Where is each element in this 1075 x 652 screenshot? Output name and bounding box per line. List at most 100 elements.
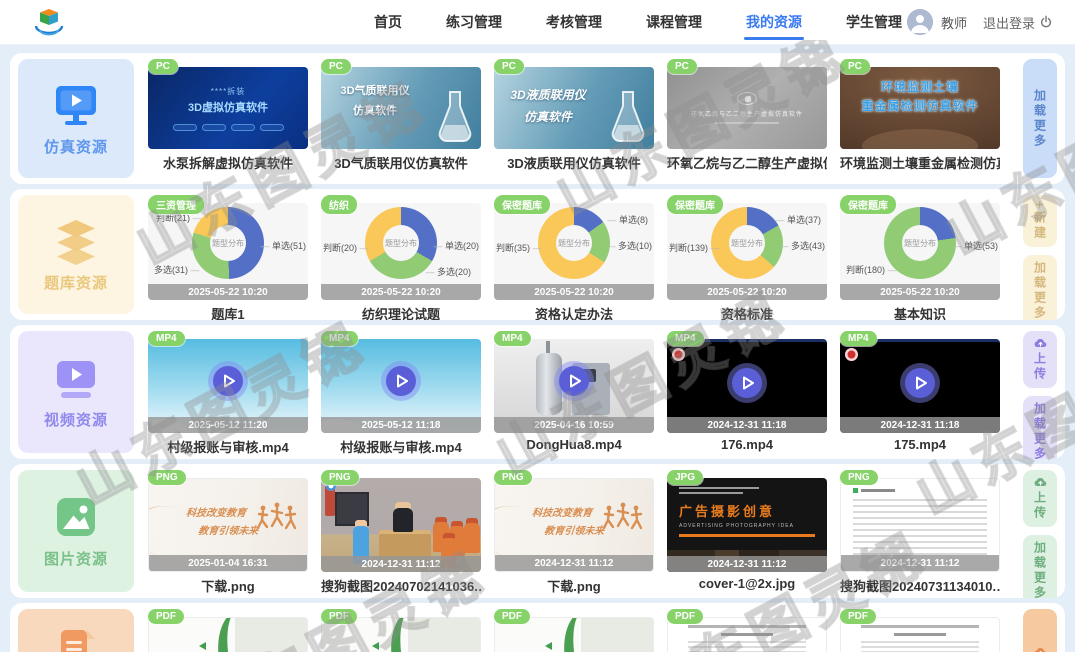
resource-card[interactable]: PC3D气质联用仪仿真软件3D气质联用仪仿真软件 xyxy=(321,59,481,178)
date-badge: 2024-12-31 11:18 xyxy=(667,417,827,433)
upload-button[interactable]: 上传 xyxy=(1023,609,1057,652)
resource-card[interactable]: 保密题库题型分布单选(37)多选(43)判断(139)2025-05-22 10… xyxy=(667,195,827,314)
resource-title: 村级报账与审核.mp4 xyxy=(148,437,308,456)
play-button[interactable] xyxy=(905,368,935,398)
play-button[interactable] xyxy=(386,366,416,396)
section-video: 视频资源MP42025-05-12 11:20村级报账与审核.mp4MP4202… xyxy=(10,325,1065,459)
resource-card[interactable]: PDF xyxy=(667,609,827,652)
logout-button[interactable]: 退出登录 xyxy=(983,13,1053,32)
chart-label: 多选(43) xyxy=(779,239,825,252)
play-button[interactable] xyxy=(732,368,762,398)
upload-button[interactable]: 上传 xyxy=(1023,470,1057,527)
format-badge: MP4 xyxy=(494,331,531,346)
category-card-video[interactable]: 视频资源 xyxy=(18,331,134,453)
resource-title: 资格标准 xyxy=(667,304,827,320)
nav-item[interactable]: 练习管理 xyxy=(444,0,504,44)
resource-title: 下载.png xyxy=(148,576,308,595)
question-type-donut-chart: 题型分布单选(20)多选(20)判断(20)2025-05-22 10:20 xyxy=(321,203,481,300)
user-role-label: 教师 xyxy=(941,13,967,32)
format-badge: MP4 xyxy=(667,331,704,346)
category-card-image[interactable]: 图片资源 xyxy=(18,470,134,592)
avatar[interactable] xyxy=(907,9,933,35)
format-badge: MP4 xyxy=(840,331,877,346)
resource-title: 村级报账与审核.mp4 xyxy=(321,437,481,456)
resource-card[interactable]: JPG广告摄影创意ADVERTISING PHOTOGRAPHY IDEA202… xyxy=(667,470,827,592)
load-more-button[interactable]: 加载更多 xyxy=(1023,535,1057,598)
date-badge: 2024-12-31 11:12 xyxy=(495,555,653,571)
resource-card[interactable]: PDF xyxy=(840,609,1000,652)
chart-center-label: 题型分布 xyxy=(729,225,765,261)
format-badge: PC xyxy=(321,59,351,74)
date-badge: 2024-12-31 11:12 xyxy=(321,556,481,572)
chart-center-label: 题型分布 xyxy=(902,225,938,261)
nav-item[interactable]: 课程管理 xyxy=(644,0,704,44)
chart-label: 判断(20) xyxy=(323,241,369,254)
question-type-donut-chart: 题型分布单选(51)多选(31)判断(21)2025-05-22 10:20 xyxy=(148,203,308,300)
resource-card[interactable]: MP42025-04-16 10:59DongHua8.mp4 xyxy=(494,331,654,453)
resource-title: 175.mp4 xyxy=(840,437,1000,452)
resource-card[interactable]: PC环氧乙烷与乙二醇生产虚拟仿真软件环氧乙烷与乙二醇生产虚拟仿… xyxy=(667,59,827,178)
resource-card[interactable]: PC3D液质联用仪仿真软件3D液质联用仪仿真软件 xyxy=(494,59,654,178)
resource-card[interactable]: 三资管理题型分布单选(51)多选(31)判断(21)2025-05-22 10:… xyxy=(148,195,308,314)
resource-card[interactable]: PDF xyxy=(321,609,481,652)
format-badge: PDF xyxy=(321,609,357,624)
resource-card[interactable]: PNG科技改变教育教育引领未来2024-12-31 11:12下载.png xyxy=(494,470,654,592)
new-button[interactable]: +新建 xyxy=(1023,195,1057,247)
chart-label: 判断(180) xyxy=(846,263,897,276)
logout-label: 退出登录 xyxy=(983,13,1035,32)
resource-card[interactable]: PDF xyxy=(494,609,654,652)
section-actions: 加载更多 xyxy=(1023,59,1057,178)
chart-label: 单选(53) xyxy=(952,239,998,252)
play-button[interactable] xyxy=(559,366,589,396)
upload-button[interactable]: 上传 xyxy=(1023,331,1057,388)
category-card-doc[interactable] xyxy=(18,609,134,652)
nav-item[interactable]: 首页 xyxy=(372,0,404,44)
nav-item[interactable]: 考核管理 xyxy=(544,0,604,44)
simulation-thumbnail: 环境监测土壤重金属检测仿真软件 xyxy=(840,67,1000,149)
video-thumbnail: 2024-12-31 11:18 xyxy=(840,339,1000,433)
resource-card[interactable]: 保密题库题型分布单选(8)多选(10)判断(35)2025-05-22 10:2… xyxy=(494,195,654,314)
card-list: PNG科技改变教育教育引领未来2025-01-04 16:31下载.png PNG… xyxy=(148,470,1000,592)
resource-card[interactable]: PC环境监测土壤重金属检测仿真软件环境监测土壤重金属检测仿真… xyxy=(840,59,1000,178)
date-badge: 2025-04-16 10:59 xyxy=(494,417,654,433)
load-more-button[interactable]: 加载更多 xyxy=(1023,255,1057,320)
date-badge: 2025-05-22 10:20 xyxy=(494,284,654,300)
resource-card[interactable]: MP42025-05-12 11:20村级报账与审核.mp4 xyxy=(148,331,308,453)
resource-card[interactable]: PDF xyxy=(148,609,308,652)
resource-card[interactable]: 纺织题型分布单选(20)多选(20)判断(20)2025-05-22 10:20… xyxy=(321,195,481,314)
section-image: 图片资源PNG科技改变教育教育引领未来2025-01-04 16:31下载.pn… xyxy=(10,464,1065,598)
resource-title: cover-1@2x.jpg xyxy=(667,576,827,591)
format-badge: PC xyxy=(494,59,524,74)
resource-title: 3D气质联用仪仿真软件 xyxy=(321,153,481,172)
flask-icon xyxy=(606,89,650,147)
resource-card[interactable]: PNG2024-12-31 11:12搜狗截图20240731134010.… xyxy=(840,470,1000,592)
resource-card[interactable]: MP42024-12-31 11:18 175.mp4 xyxy=(840,331,1000,453)
resource-card[interactable]: MP42025-05-12 11:18村级报账与审核.mp4 xyxy=(321,331,481,453)
section-quiz: 题库资源三资管理题型分布单选(51)多选(31)判断(21)2025-05-22… xyxy=(10,189,1065,320)
category-label: 仿真资源 xyxy=(44,136,108,157)
simulation-thumbnail: 3D气质联用仪仿真软件 xyxy=(321,67,481,149)
category-card-quiz[interactable]: 题库资源 xyxy=(18,195,134,314)
resource-card[interactable]: 保密题库题型分布单选(53)判断(180)2025-05-22 10:20基本知… xyxy=(840,195,1000,314)
nav-item[interactable]: 学生管理 xyxy=(844,0,904,44)
resource-card[interactable]: PNG科技改变教育教育引领未来2025-01-04 16:31下载.png xyxy=(148,470,308,592)
category-card-sim[interactable]: 仿真资源 xyxy=(18,59,134,178)
section-actions: 上传 xyxy=(1023,609,1057,652)
resource-card[interactable]: MP42024-12-31 11:18176.mp4 xyxy=(667,331,827,453)
resource-card[interactable]: PNG2024-12-31 11:12搜狗截图20240702141036.… xyxy=(321,470,481,592)
play-button[interactable] xyxy=(213,366,243,396)
resource-title: 环境监测土壤重金属检测仿真… xyxy=(840,153,1000,172)
date-badge: 2025-05-22 10:20 xyxy=(148,284,308,300)
load-more-button[interactable]: 加载更多 xyxy=(1023,396,1057,459)
nav-item[interactable]: 我的资源 xyxy=(744,0,804,44)
video-play-icon xyxy=(52,354,100,402)
image-thumbnail: 2024-12-31 11:12 xyxy=(840,478,1000,572)
section-actions: +新建加载更多 xyxy=(1023,195,1057,314)
resource-card[interactable]: PC****拆装3D虚拟仿真软件水泵拆解虚拟仿真软件 xyxy=(148,59,308,178)
resource-title: 搜狗截图20240702141036.… xyxy=(321,576,481,595)
load-more-button[interactable]: 加载更多 xyxy=(1023,59,1057,178)
format-badge: PDF xyxy=(148,609,184,624)
cloud-upload-icon xyxy=(1034,337,1047,348)
simulation-thumbnail: ****拆装3D虚拟仿真软件 xyxy=(148,67,308,149)
chart-center-label: 题型分布 xyxy=(556,225,592,261)
